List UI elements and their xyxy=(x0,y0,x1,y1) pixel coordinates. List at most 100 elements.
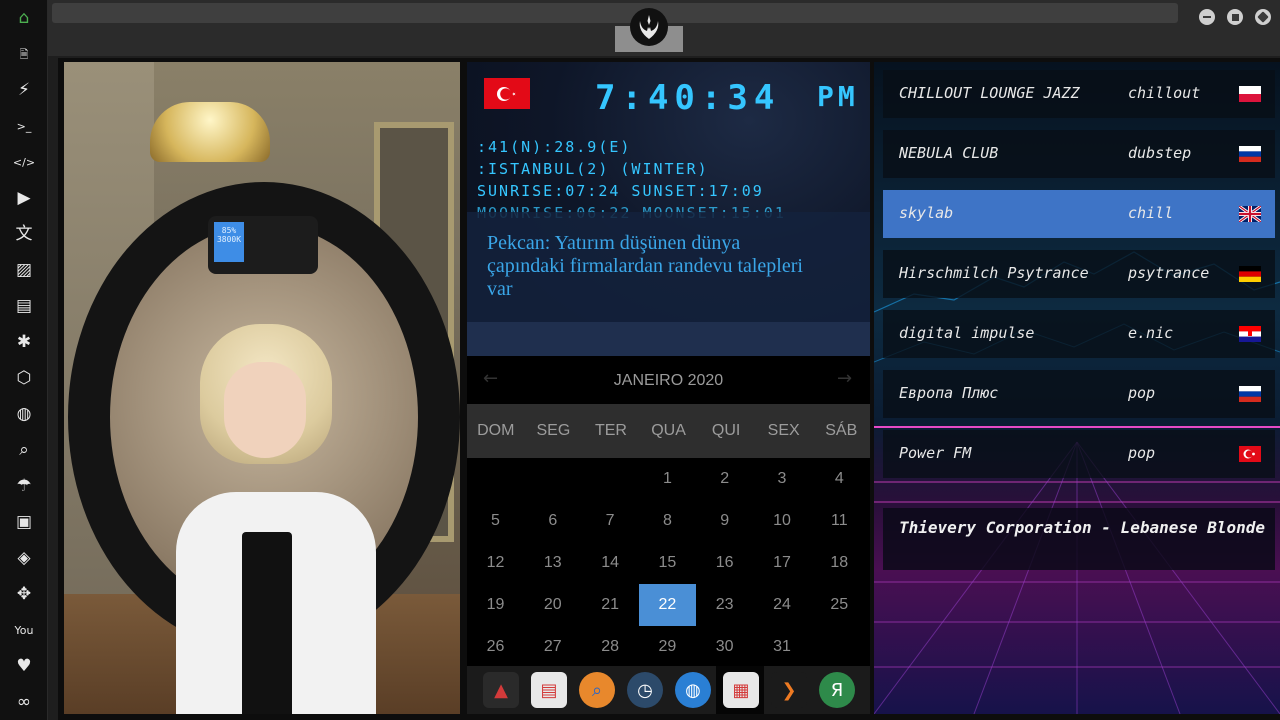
station-genre: dubstep xyxy=(1128,144,1192,162)
calendar-day[interactable]: 30 xyxy=(696,626,753,668)
calendar-app-icon[interactable]: ▦ xyxy=(723,672,759,708)
calendar-day[interactable]: 12 xyxy=(467,542,524,584)
red-triangle-app-icon[interactable]: ▲ xyxy=(483,672,519,708)
weekday-label: QUI xyxy=(711,422,741,439)
calendar-day[interactable]: 25 xyxy=(811,584,868,626)
search-app-icon[interactable]: ⌕ xyxy=(579,672,615,708)
close-button[interactable] xyxy=(1255,9,1271,25)
calendar-day[interactable]: 26 xyxy=(467,626,524,668)
station-row[interactable]: Power FM pop xyxy=(883,430,1275,478)
clock-app-icon[interactable]: ◷ xyxy=(627,672,663,708)
asterisk-circle-icon[interactable]: ✱ xyxy=(12,330,36,354)
top-bar xyxy=(48,0,1280,56)
world-clock-widget: 7:40:34 PM :41(N):28.9(E) :ISTANBUL(2) (… xyxy=(467,62,870,356)
home-icon[interactable]: ⌂ xyxy=(12,6,36,30)
news-reader-icon[interactable]: ▤ xyxy=(531,672,567,708)
newspaper-icon[interactable]: ▤ xyxy=(12,294,36,318)
calendar-day[interactable]: 11 xyxy=(811,500,868,542)
heart-icon[interactable]: ♥ xyxy=(12,654,36,678)
calendar-day[interactable]: 14 xyxy=(582,542,639,584)
calendar-day[interactable]: 28 xyxy=(582,626,639,668)
station-genre: chill xyxy=(1128,204,1174,222)
clock-ampm: PM xyxy=(817,80,859,113)
calendar-header: ← JANEIRO 2020 → xyxy=(467,356,870,404)
calendar-day[interactable]: 2 xyxy=(696,458,753,500)
calendar-day[interactable]: 16 xyxy=(696,542,753,584)
calendar-day[interactable]: 5 xyxy=(467,500,524,542)
terminal-icon[interactable]: >_ xyxy=(12,114,36,138)
contact-card-icon[interactable]: ▣ xyxy=(12,510,36,534)
calendar-day[interactable]: 27 xyxy=(524,626,581,668)
news-ticker[interactable]: Pekcan: Yatırım düşünen dünya çapındaki … xyxy=(467,212,870,356)
youtube-icon[interactable]: You xyxy=(12,618,36,642)
station-row[interactable]: CHILLOUT LOUNGE JAZZ chillout xyxy=(883,70,1275,118)
croatia-flag-icon xyxy=(1239,326,1261,342)
calendar-day[interactable]: 21 xyxy=(582,584,639,626)
calendar-day[interactable]: 24 xyxy=(754,584,811,626)
expand-icon[interactable]: ✥ xyxy=(12,582,36,606)
poland-flag-icon xyxy=(1239,86,1261,102)
calendar-grid: 1 2 3 4 5 6 7 8 9 10 11 12 13 14 15 16 17 18 19 20 21 22 23 24 2… xyxy=(467,458,870,668)
code-icon[interactable]: </> xyxy=(12,150,36,174)
yandex-app-icon[interactable]: Я xyxy=(819,672,855,708)
play-circle-icon[interactable]: ▶ xyxy=(12,186,36,210)
calendar-day[interactable]: 17 xyxy=(754,542,811,584)
station-row[interactable]: Hirschmilch Psytrance psytrance xyxy=(883,250,1275,298)
now-playing-title: Thievery Corporation - Lebanese Blonde xyxy=(899,518,1266,537)
globe-app-icon[interactable]: ◍ xyxy=(675,672,711,708)
turkey-flag-icon[interactable] xyxy=(484,78,530,109)
calendar-day[interactable]: 13 xyxy=(524,542,581,584)
calendar-day[interactable]: 31 xyxy=(754,626,811,668)
tag-icon[interactable]: ◈ xyxy=(12,546,36,570)
calendar-day[interactable]: 19 xyxy=(467,584,524,626)
launcher-sidebar: ⌂ 🗎 ⚡ >_ </> ▶ 文 ▨ ▤ ✱ ⬡ ◍ ⌕ ☂ ▣ ◈ ✥ You ♥ ∞ xyxy=(0,0,48,720)
translate-icon[interactable]: 文 xyxy=(12,222,36,246)
phone-holder-stand xyxy=(242,532,292,714)
calendar-day[interactable]: 9 xyxy=(696,500,753,542)
calendar-day[interactable]: 7 xyxy=(582,500,639,542)
calendar-day[interactable]: 3 xyxy=(754,458,811,500)
station-name: NEBULA CLUB xyxy=(899,144,999,162)
station-genre: e.nic xyxy=(1128,324,1174,342)
rebel-alliance-icon[interactable] xyxy=(630,8,668,46)
calendar-day-today[interactable]: 22 xyxy=(638,584,696,626)
station-name: digital impulse xyxy=(899,324,1035,342)
umbrella-icon[interactable]: ☂ xyxy=(12,474,36,498)
weekday-label: DOM xyxy=(477,422,515,439)
calendar-day[interactable]: 4 xyxy=(811,458,868,500)
calendar-day[interactable]: 6 xyxy=(524,500,581,542)
calendar-day[interactable]: 29 xyxy=(639,626,696,668)
station-row[interactable]: NEBULA CLUB dubstep xyxy=(883,130,1275,178)
weekday-label: QUA xyxy=(651,422,686,439)
maximize-button[interactable] xyxy=(1227,9,1243,25)
globe-icon[interactable]: ◍ xyxy=(12,402,36,426)
station-row[interactable]: Европа Плюс pop xyxy=(883,370,1275,418)
minimize-button[interactable] xyxy=(1199,9,1215,25)
person-face xyxy=(224,362,306,458)
app-dock: ▲ ▤ ⌕ ◷ ◍ ▦ ❯ Я xyxy=(467,666,870,714)
calendar-next-button[interactable]: → xyxy=(837,368,852,389)
calendar-day[interactable]: 8 xyxy=(639,500,696,542)
address-bar[interactable] xyxy=(52,3,1178,23)
hexagon-icon[interactable]: ⬡ xyxy=(12,366,36,390)
station-row[interactable]: skylab chill xyxy=(883,190,1275,238)
image-icon[interactable]: ▨ xyxy=(12,258,36,282)
station-row[interactable]: digital impulse e.nic xyxy=(883,310,1275,358)
calendar-day[interactable]: 20 xyxy=(524,584,581,626)
lightning-icon[interactable]: ⚡ xyxy=(12,78,36,102)
now-playing-bar: Thievery Corporation - Lebanese Blonde xyxy=(883,508,1275,570)
calendar-day[interactable]: 23 xyxy=(696,584,753,626)
forward-arrow-app-icon[interactable]: ❯ xyxy=(771,672,807,708)
station-name: skylab xyxy=(899,204,954,222)
news-headline[interactable]: Pekcan: Yatırım düşünen dünya çapındaki … xyxy=(487,232,817,301)
ring-light-display: 85% 3800K xyxy=(214,222,244,262)
infinity-cloud-icon[interactable]: ∞ xyxy=(12,690,36,714)
calendar-day[interactable]: 18 xyxy=(811,542,868,584)
calendar-day[interactable]: 15 xyxy=(639,542,696,584)
document-icon[interactable]: 🗎 xyxy=(12,42,36,66)
calendar-day[interactable]: 1 xyxy=(639,458,696,500)
search-icon[interactable]: ⌕ xyxy=(12,438,36,462)
station-name: CHILLOUT LOUNGE JAZZ xyxy=(899,84,1080,102)
calendar-weekdays: DOM SEG TER QUA QUI SEX SÁB xyxy=(467,404,870,458)
calendar-day[interactable]: 10 xyxy=(754,500,811,542)
